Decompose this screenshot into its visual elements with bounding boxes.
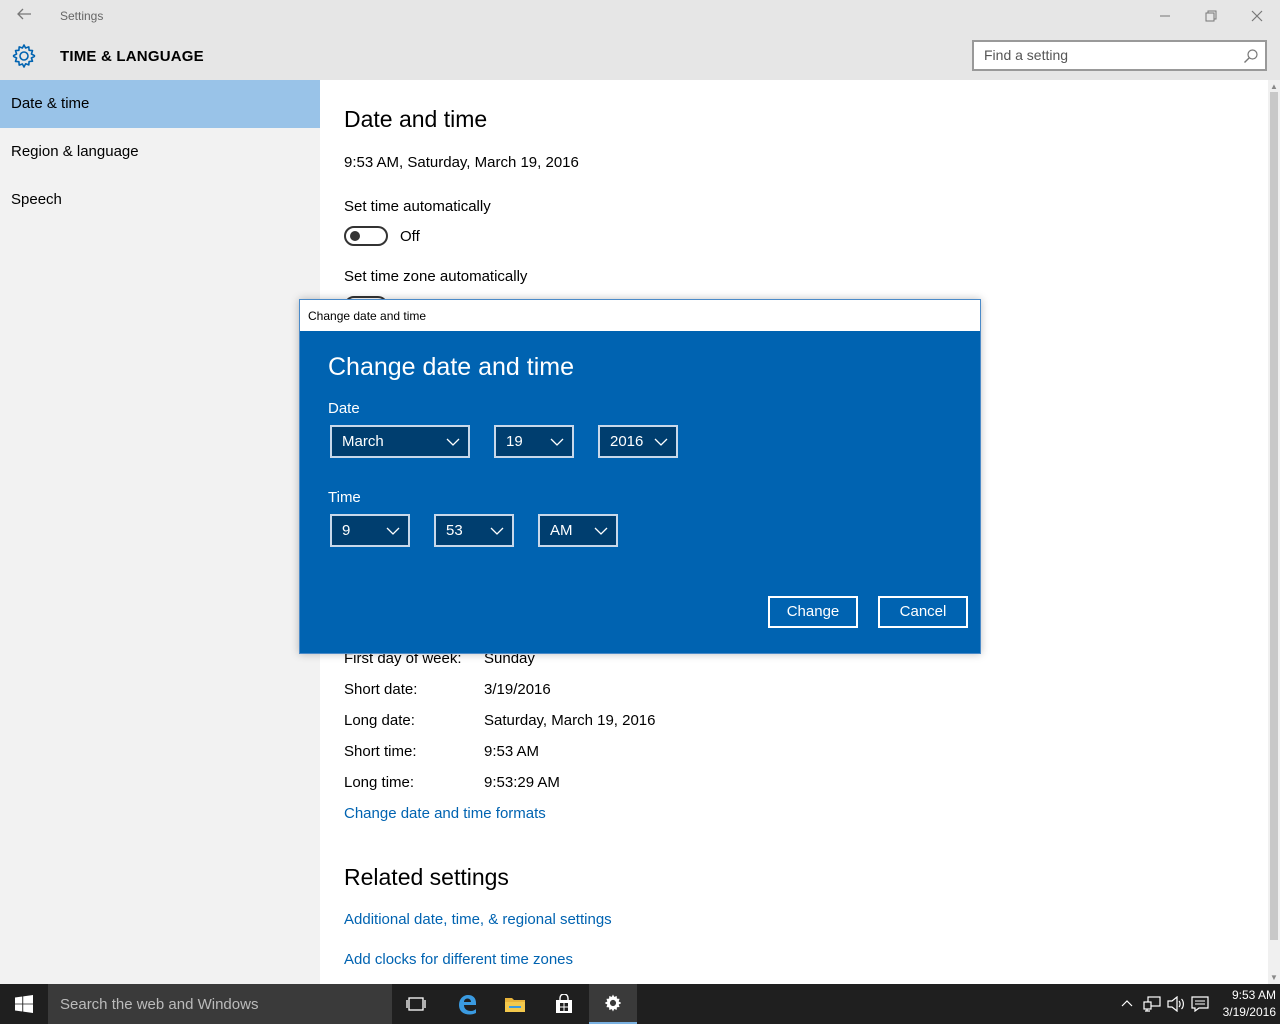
toggle-knob bbox=[350, 231, 360, 241]
edge-icon bbox=[459, 995, 476, 1015]
folder-icon bbox=[505, 998, 525, 1012]
current-datetime: 9:53 AM, Saturday, March 19, 2016 bbox=[344, 154, 579, 171]
clock-date: 3/19/2016 bbox=[1222, 1005, 1276, 1019]
taskbar: Search the web and Windows 9:53 AM 3/19/… bbox=[0, 984, 1280, 1024]
title-bar: Settings bbox=[0, 0, 1280, 32]
app-header: TIME & LANGUAGE bbox=[0, 32, 1280, 80]
format-value: 9:53:29 AM bbox=[484, 774, 560, 791]
hour-select[interactable]: 9 bbox=[330, 514, 410, 547]
restore-button[interactable] bbox=[1188, 0, 1234, 32]
show-hidden-icons-chevron-up-icon[interactable] bbox=[1117, 984, 1137, 1024]
day-value: 19 bbox=[506, 433, 523, 450]
file-explorer-button[interactable] bbox=[491, 984, 539, 1024]
search-icon[interactable] bbox=[1243, 48, 1259, 64]
chevron-down-icon bbox=[594, 527, 608, 535]
hour-value: 9 bbox=[342, 522, 351, 539]
additional-settings-link[interactable]: Additional date, time, & regional settin… bbox=[344, 911, 612, 928]
windows-logo-icon bbox=[15, 995, 33, 1013]
chevron-down-icon bbox=[490, 527, 504, 535]
taskbar-search-placeholder: Search the web and Windows bbox=[60, 996, 259, 1013]
sidebar-item-region-language[interactable]: Region & language bbox=[0, 128, 320, 176]
set-time-auto-state: Off bbox=[400, 228, 420, 245]
vertical-scrollbar[interactable]: ▲ ▼ bbox=[1268, 80, 1280, 984]
chevron-down-icon bbox=[386, 527, 400, 535]
day-select[interactable]: 19 bbox=[494, 425, 574, 458]
set-timezone-auto-label: Set time zone automatically bbox=[344, 268, 528, 285]
set-time-auto-label: Set time automatically bbox=[344, 198, 491, 215]
minute-select[interactable]: 53 bbox=[434, 514, 514, 547]
minimize-button[interactable] bbox=[1142, 0, 1188, 32]
dialog-heading: Change date and time bbox=[328, 353, 575, 381]
store-bag-icon bbox=[556, 994, 572, 1013]
time-label: Time bbox=[328, 489, 361, 506]
change-date-time-dialog: Change date and time Change date and tim… bbox=[299, 299, 981, 654]
month-value: March bbox=[342, 433, 384, 450]
change-button[interactable]: Change bbox=[768, 596, 858, 628]
ampm-select[interactable]: AM bbox=[538, 514, 618, 547]
network-icon[interactable] bbox=[1141, 984, 1163, 1024]
action-center-notification-icon[interactable] bbox=[1189, 984, 1211, 1024]
chevron-down-icon bbox=[446, 438, 460, 446]
format-value: 9:53 AM bbox=[484, 743, 540, 760]
task-view-icon bbox=[406, 997, 426, 1011]
window-title: Settings bbox=[60, 9, 104, 23]
set-time-auto-toggle[interactable] bbox=[344, 226, 388, 246]
dialog-title-bar: Change date and time bbox=[300, 300, 980, 331]
taskbar-search-box[interactable]: Search the web and Windows bbox=[48, 984, 392, 1024]
change-formats-link[interactable]: Change date and time formats bbox=[344, 805, 546, 822]
format-label: Long time: bbox=[344, 774, 415, 791]
search-input[interactable] bbox=[984, 47, 1234, 63]
date-label: Date bbox=[328, 400, 360, 417]
scroll-thumb[interactable] bbox=[1270, 92, 1278, 940]
sidebar: Date & time Region & language Speech bbox=[0, 80, 320, 984]
format-label: Short time: bbox=[344, 743, 417, 760]
task-view-button[interactable] bbox=[392, 984, 440, 1024]
related-settings-title: Related settings bbox=[344, 864, 509, 890]
clock-time: 9:53 AM bbox=[1231, 988, 1276, 1002]
scroll-down-arrow-icon[interactable]: ▼ bbox=[1270, 973, 1278, 982]
gear-icon bbox=[605, 994, 621, 1012]
chevron-down-icon bbox=[550, 438, 564, 446]
scroll-up-arrow-icon[interactable]: ▲ bbox=[1270, 82, 1278, 91]
edge-browser-button[interactable] bbox=[443, 984, 491, 1024]
start-button[interactable] bbox=[0, 984, 48, 1024]
section-title-date-time: Date and time bbox=[344, 106, 488, 132]
minute-value: 53 bbox=[446, 522, 463, 539]
volume-icon[interactable] bbox=[1165, 984, 1187, 1024]
find-setting-search-box[interactable] bbox=[972, 40, 1267, 71]
year-value: 2016 bbox=[610, 433, 644, 450]
sidebar-item-speech[interactable]: Speech bbox=[0, 176, 320, 224]
settings-taskbar-button[interactable] bbox=[589, 984, 637, 1024]
gear-icon bbox=[12, 44, 36, 68]
year-select[interactable]: 2016 bbox=[598, 425, 678, 458]
close-button[interactable] bbox=[1234, 0, 1280, 32]
dialog-window-title: Change date and time bbox=[308, 309, 427, 323]
taskbar-clock[interactable]: 9:53 AM 3/19/2016 bbox=[1210, 987, 1276, 1021]
format-value: 3/19/2016 bbox=[484, 681, 551, 698]
format-label: Short date: bbox=[344, 681, 418, 698]
back-arrow-icon[interactable] bbox=[14, 6, 34, 26]
month-select[interactable]: March bbox=[330, 425, 470, 458]
format-value: Saturday, March 19, 2016 bbox=[484, 712, 656, 729]
add-clocks-link[interactable]: Add clocks for different time zones bbox=[344, 951, 573, 968]
ampm-value: AM bbox=[550, 522, 573, 539]
page-title: TIME & LANGUAGE bbox=[60, 48, 204, 65]
cancel-button[interactable]: Cancel bbox=[878, 596, 968, 628]
format-label: Long date: bbox=[344, 712, 415, 729]
sidebar-item-date-time[interactable]: Date & time bbox=[0, 80, 320, 128]
store-button[interactable] bbox=[540, 984, 588, 1024]
chevron-down-icon bbox=[654, 438, 668, 446]
